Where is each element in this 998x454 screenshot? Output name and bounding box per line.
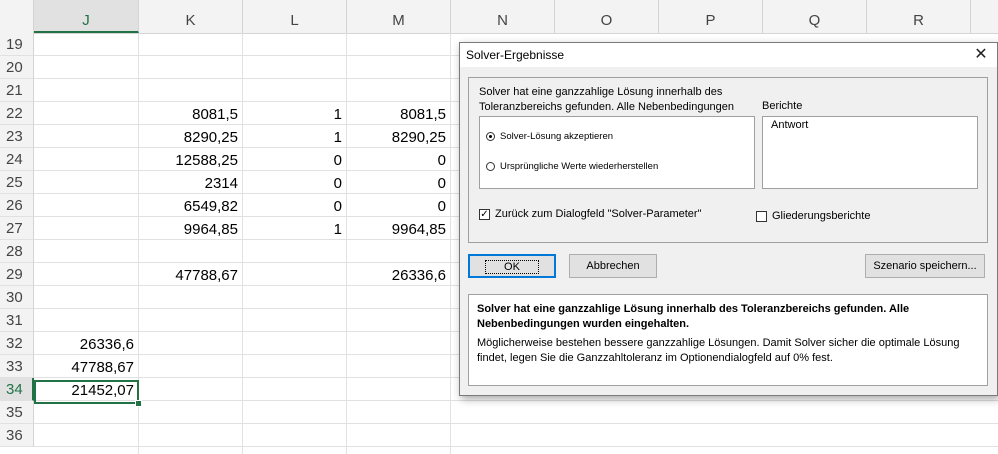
row-header-27[interactable]: 27 <box>0 217 34 240</box>
fill-handle[interactable] <box>135 400 142 407</box>
select-all-corner[interactable] <box>0 0 34 33</box>
cell-j32[interactable]: 26336,6 <box>34 333 139 356</box>
column-header-k[interactable]: K <box>139 0 243 33</box>
cell-m24[interactable]: 0 <box>347 149 451 172</box>
reports-label: Berichte <box>762 100 803 112</box>
solver-results-dialog: Solver-Ergebnisse ✕ Solver hat eine ganz… <box>459 42 998 396</box>
row-header-22[interactable]: 22 <box>0 102 34 125</box>
row-header-30[interactable]: 30 <box>0 286 34 309</box>
cell-l26[interactable]: 0 <box>243 195 347 218</box>
row-header-21[interactable]: 21 <box>0 79 34 102</box>
result-options-group: Solver hat eine ganzzahlige Lösung inner… <box>468 77 988 243</box>
close-icon[interactable]: ✕ <box>969 44 993 66</box>
cancel-button[interactable]: Abbrechen <box>569 254 657 278</box>
radio-keep-label: Solver-Lösung akzeptieren <box>500 131 614 142</box>
outline-reports-label: Gliederungsberichte <box>772 210 871 222</box>
row-header-33[interactable]: 33 <box>0 355 34 378</box>
row-header-29[interactable]: 29 <box>0 263 34 286</box>
cell-m23[interactable]: 8290,25 <box>347 126 451 149</box>
empty-checkbox-icon <box>756 210 767 222</box>
column-header-m[interactable]: M <box>347 0 451 33</box>
cell-m27[interactable]: 9964,85 <box>347 218 451 241</box>
row-header-25[interactable]: 25 <box>0 171 34 194</box>
result-message: Solver hat eine ganzzahlige Lösung inner… <box>479 86 735 113</box>
row-header-32[interactable]: 32 <box>0 332 34 355</box>
row-header-19[interactable]: 19 <box>0 33 34 56</box>
cell-l24[interactable]: 0 <box>243 149 347 172</box>
radio-selected-icon <box>486 132 495 141</box>
row-header-24[interactable]: 24 <box>0 148 34 171</box>
cell-k29[interactable]: 47788,67 <box>139 264 243 287</box>
column-header-o[interactable]: O <box>555 0 659 33</box>
radio-unselected-icon <box>486 162 495 171</box>
outline-reports-checkbox[interactable]: Gliederungsberichte <box>756 210 870 222</box>
cell-k24[interactable]: 12588,25 <box>139 149 243 172</box>
cell-k25[interactable]: 2314 <box>139 172 243 195</box>
column-header-q[interactable]: Q <box>763 0 867 33</box>
result-options-box: Solver-Lösung akzeptieren Ursprüngliche … <box>479 116 755 189</box>
return-to-parameters-checkbox[interactable]: ✓ Zurück zum Dialogfeld "Solver-Paramete… <box>479 208 702 220</box>
cell-m25[interactable]: 0 <box>347 172 451 195</box>
row-header-34[interactable]: 34 <box>0 378 34 401</box>
cell-l25[interactable]: 0 <box>243 172 347 195</box>
column-header-l[interactable]: L <box>243 0 347 33</box>
cell-l27[interactable]: 1 <box>243 218 347 241</box>
cell-m29[interactable]: 26336,6 <box>347 264 451 287</box>
reports-list[interactable]: Antwort <box>762 116 978 189</box>
ok-button[interactable]: OK <box>468 254 556 278</box>
cell-l23[interactable]: 1 <box>243 126 347 149</box>
ok-button-label: OK <box>485 260 539 274</box>
cell-k22[interactable]: 8081,5 <box>139 103 243 126</box>
row-header-31[interactable]: 31 <box>0 309 34 332</box>
column-header-n[interactable]: N <box>451 0 555 33</box>
row-header-28[interactable]: 28 <box>0 240 34 263</box>
return-to-parameters-label: Zurück zum Dialogfeld "Solver-Parameter" <box>495 208 702 220</box>
cell-m22[interactable]: 8081,5 <box>347 103 451 126</box>
checkmark-icon: ✓ <box>479 208 490 220</box>
radio-restore-values[interactable]: Ursprüngliche Werte wiederherstellen <box>486 161 658 172</box>
cell-m26[interactable]: 0 <box>347 195 451 218</box>
cell-j33[interactable]: 47788,67 <box>34 356 139 379</box>
sheet-row <box>34 424 998 447</box>
row-header-35[interactable]: 35 <box>0 401 34 424</box>
column-header-p[interactable]: P <box>659 0 763 33</box>
column-header-j[interactable]: J <box>34 0 139 33</box>
radio-keep-solution[interactable]: Solver-Lösung akzeptieren <box>486 131 613 142</box>
column-header-r[interactable]: R <box>867 0 971 33</box>
save-scenario-button[interactable]: Szenario speichern... <box>865 254 985 278</box>
info-headline: Solver hat eine ganzzahlige Lösung inner… <box>477 303 910 330</box>
row-header-26[interactable]: 26 <box>0 194 34 217</box>
info-text: Möglicherweise bestehen bessere ganzzahl… <box>477 337 960 364</box>
cell-k23[interactable]: 8290,25 <box>139 126 243 149</box>
row-header-20[interactable]: 20 <box>0 56 34 79</box>
cell-k27[interactable]: 9964,85 <box>139 218 243 241</box>
report-item-answer[interactable]: Antwort <box>771 119 808 131</box>
dialog-title: Solver-Ergebnisse <box>466 48 565 62</box>
result-info-box: Solver hat eine ganzzahlige Lösung inner… <box>468 294 988 386</box>
sheet-row <box>34 401 998 424</box>
cell-l22[interactable]: 1 <box>243 103 347 126</box>
active-cell-border <box>34 380 139 404</box>
radio-restore-label: Ursprüngliche Werte wiederherstellen <box>500 161 659 172</box>
row-header-23[interactable]: 23 <box>0 125 34 148</box>
cell-k26[interactable]: 6549,82 <box>139 195 243 218</box>
dialog-titlebar[interactable]: Solver-Ergebnisse ✕ <box>460 43 997 67</box>
row-header-36[interactable]: 36 <box>0 424 34 447</box>
